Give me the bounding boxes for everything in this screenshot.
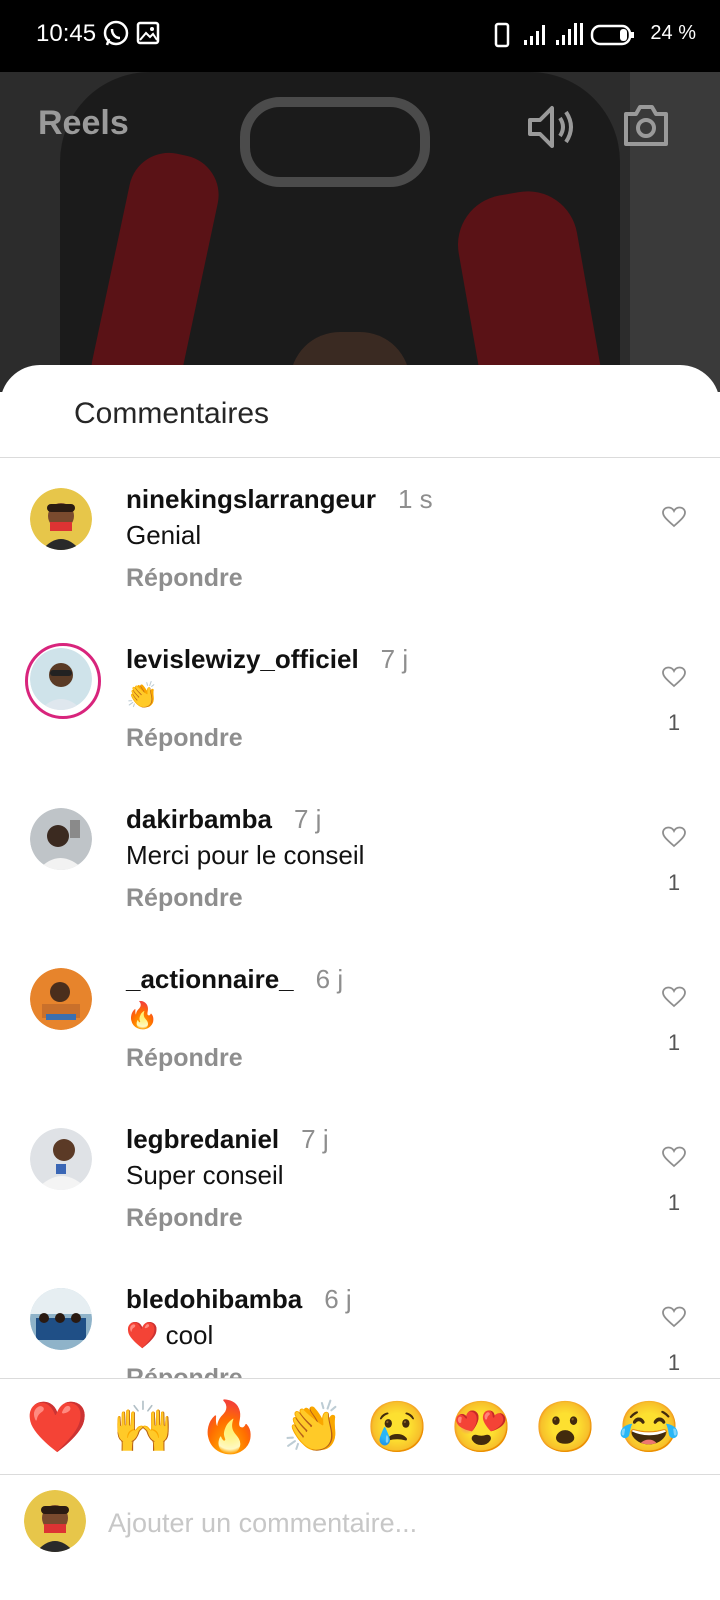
comment-item: dakirbamba 7 j Merci pour le conseil Répo…: [0, 778, 720, 938]
phone-icon: [494, 22, 510, 48]
reply-button[interactable]: Répondre: [126, 884, 243, 913]
like-heart-icon[interactable]: [662, 506, 686, 528]
comment-text: 👏: [126, 680, 159, 710]
like-count: 1: [667, 870, 681, 895]
camera-icon[interactable]: [622, 102, 670, 148]
emoji-fire[interactable]: 🔥: [198, 1397, 260, 1457]
emoji-surprised[interactable]: 😮: [534, 1397, 596, 1457]
emoji-heart-eyes[interactable]: 😍: [450, 1397, 512, 1457]
reply-button[interactable]: Répondre: [126, 724, 243, 753]
username[interactable]: levislewizy_officiel: [126, 644, 359, 674]
comment-time: 7 j: [380, 644, 409, 674]
comment-username[interactable]: _actionnaire_ 6 j: [126, 964, 343, 995]
emoji-clap[interactable]: 👏: [282, 1397, 344, 1457]
like-count: 1: [667, 1030, 681, 1055]
reels-title: Reels: [38, 104, 129, 142]
emoji-joy[interactable]: 😂: [618, 1397, 680, 1457]
speaker-icon[interactable]: [526, 102, 580, 152]
whatsapp-icon: [103, 20, 129, 46]
comment-text: ❤️ cool: [126, 1320, 214, 1350]
like-heart-icon[interactable]: [662, 826, 686, 848]
like-count: 1: [667, 710, 681, 735]
like-heart-icon[interactable]: [662, 1146, 686, 1168]
username[interactable]: dakirbamba: [126, 804, 272, 834]
comments-list[interactable]: ninekingslarrangeur 1 s Genial Répondre l…: [0, 458, 720, 1378]
avatar-story-ring[interactable]: [25, 643, 101, 719]
comment-username[interactable]: ninekingslarrangeur 1 s: [126, 484, 433, 515]
battery-icon: [590, 24, 634, 46]
comment-username[interactable]: dakirbamba 7 j: [126, 804, 321, 835]
like-heart-icon[interactable]: [662, 666, 686, 688]
comment-time: 1 s: [397, 484, 433, 514]
emoji-quick-reactions: ❤️ 🙌 🔥 👏 😢 😍 😮 😂: [0, 1378, 720, 1475]
comment-time: 6 j: [315, 964, 344, 994]
avatar[interactable]: [30, 1288, 92, 1350]
status-bar: 10:45 24 %: [0, 0, 720, 72]
comment-text: 🔥: [126, 1000, 159, 1030]
comment-username[interactable]: levislewizy_officiel 7 j: [126, 644, 408, 675]
comment-composer: [0, 1473, 720, 1600]
status-time: 10:45: [36, 20, 97, 47]
comment-text: Merci pour le conseil: [126, 840, 365, 870]
signal-icon: [524, 25, 545, 45]
reply-button[interactable]: Répondre: [126, 1364, 243, 1378]
reply-button[interactable]: Répondre: [126, 1044, 243, 1073]
username[interactable]: _actionnaire_: [126, 964, 294, 994]
comment-item: ninekingslarrangeur 1 s Genial Répondre: [0, 458, 720, 618]
username[interactable]: ninekingslarrangeur: [126, 484, 376, 514]
current-user-avatar: [24, 1490, 86, 1552]
username[interactable]: legbredaniel: [126, 1124, 279, 1154]
comment-item: _actionnaire_ 6 j 🔥 Répondre 1: [0, 938, 720, 1098]
emoji-heart[interactable]: ❤️: [26, 1397, 88, 1457]
comment-item: levislewizy_officiel 7 j 👏 Répondre 1: [0, 618, 720, 778]
signal-4g-icon: [556, 23, 583, 45]
comments-sheet: Commentaires ninekingslarrangeur 1 s Geni…: [0, 365, 720, 1600]
comment-username[interactable]: legbredaniel 7 j: [126, 1124, 329, 1155]
comment-item: bledohibamba 6 j ❤️ cool Répondre 1: [0, 1258, 720, 1378]
avatar[interactable]: [30, 968, 92, 1030]
comment-text: Genial: [126, 520, 202, 550]
comment-username[interactable]: bledohibamba 6 j: [126, 1284, 352, 1315]
gallery-icon: [136, 21, 160, 45]
like-count: 1: [667, 1350, 681, 1375]
emoji-raised-hands[interactable]: 🙌: [112, 1397, 174, 1457]
reel-video[interactable]: Reels: [0, 72, 720, 392]
battery-level: 24 %: [650, 22, 696, 44]
comment-time: 7 j: [301, 1124, 329, 1154]
reply-button[interactable]: Répondre: [126, 564, 243, 593]
like-count: 1: [667, 1190, 681, 1215]
avatar[interactable]: [30, 1128, 92, 1190]
comment-time: 6 j: [324, 1284, 352, 1314]
avatar[interactable]: [30, 488, 92, 550]
username[interactable]: bledohibamba: [126, 1284, 302, 1314]
comment-text: Super conseil: [126, 1160, 284, 1190]
reply-button[interactable]: Répondre: [126, 1204, 243, 1233]
comment-input[interactable]: [108, 1493, 668, 1553]
comment-time: 7 j: [293, 804, 322, 834]
like-heart-icon[interactable]: [662, 1306, 686, 1328]
sheet-title: Commentaires: [74, 397, 270, 430]
like-heart-icon[interactable]: [662, 986, 686, 1008]
emoji-crying[interactable]: 😢: [366, 1397, 428, 1457]
avatar[interactable]: [30, 808, 92, 870]
comment-item: legbredaniel 7 j Super conseil Répondre 1: [0, 1098, 720, 1258]
